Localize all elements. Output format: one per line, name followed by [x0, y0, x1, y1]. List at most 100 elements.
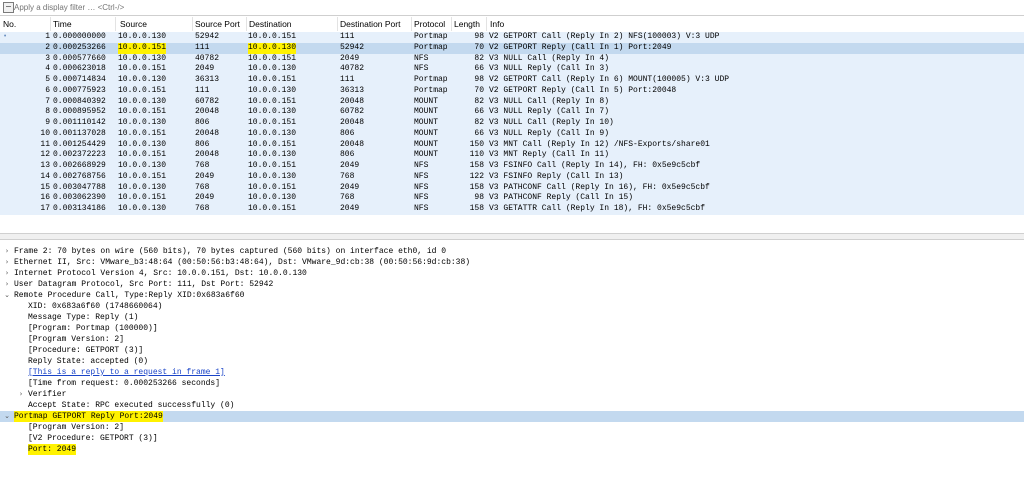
- cell-dst: 10.0.0.130: [248, 150, 297, 160]
- detail-line[interactable]: ⌄ Remote Procedure Call, Type:Reply XID:0…: [0, 290, 1024, 301]
- packet-row[interactable]: 2 0.000253266 10.0.0.151 111 10.0.0.130 52942…: [0, 42, 1024, 54]
- cell-proto: NFS: [414, 53, 429, 63]
- packet-list[interactable]: No. Time Source Source Port Destination …: [0, 16, 1024, 231]
- column-header-protocol[interactable]: Protocol: [414, 19, 445, 29]
- packet-row[interactable]: 12 0.002372223 10.0.0.151 20048 10.0.0.130 80…: [0, 150, 1024, 161]
- detail-line[interactable]: [Program: Portmap (100000)]: [0, 323, 1024, 334]
- cell-src: 10.0.0.151: [118, 85, 167, 95]
- detail-line[interactable]: [Program Version: 2]: [0, 422, 1024, 433]
- detail-line[interactable]: › User Datagram Protocol, Src Port: 111, …: [0, 279, 1024, 290]
- cell-sport: 111: [195, 42, 210, 52]
- collapse-chevron-icon[interactable]: ›: [3, 246, 11, 257]
- cell-dport: 111: [340, 75, 355, 84]
- packet-list-header: No. Time Source Source Port Destination …: [0, 16, 1024, 33]
- detail-line[interactable]: Accept State: RPC executed successfully …: [0, 400, 1024, 411]
- cell-src: 10.0.0.130: [118, 139, 167, 149]
- cell-sport: 40782: [195, 53, 220, 63]
- cell-info: V3 NULL Reply (Call In 9): [489, 128, 610, 138]
- display-filter-bar: [0, 0, 1024, 16]
- cell-sport: 36313: [195, 75, 220, 84]
- cell-len: 158: [469, 161, 484, 170]
- detail-text: Remote Procedure Call, Type:Reply XID:0x…: [14, 291, 245, 300]
- detail-text: Message Type: Reply (1): [28, 313, 139, 322]
- column-header-time[interactable]: Time: [53, 19, 72, 29]
- detail-line[interactable]: › Ethernet II, Src: VMware_b3:48:64 (00:5…: [0, 257, 1024, 268]
- cell-src: 10.0.0.130: [118, 75, 167, 84]
- cell-proto: NFS: [414, 161, 429, 170]
- cell-dport: 768: [340, 171, 355, 181]
- cell-info: V3 FSINFO Reply (Call In 13): [489, 171, 624, 181]
- cell-time: 0.000000000: [53, 32, 106, 41]
- detail-line[interactable]: [V2 Procedure: GETPORT (3)]: [0, 433, 1024, 444]
- detail-text: [V2 Procedure: GETPORT (3)]: [28, 434, 158, 443]
- cell-dst: 10.0.0.151: [248, 53, 297, 63]
- packet-row[interactable]: 13 0.002668929 10.0.0.130 768 10.0.0.151 2049…: [0, 161, 1024, 172]
- collapse-chevron-icon[interactable]: ›: [3, 268, 11, 279]
- detail-line[interactable]: Message Type: Reply (1): [0, 312, 1024, 323]
- cell-len: 66: [474, 128, 484, 138]
- cell-dport: 20048: [340, 96, 365, 106]
- cell-sport: 768: [195, 204, 210, 213]
- packet-row[interactable]: 3 0.000577660 10.0.0.130 40782 10.0.0.151 204…: [0, 53, 1024, 65]
- bookmark-filter-icon[interactable]: [3, 2, 14, 13]
- packet-row[interactable]: 16 0.003062390 10.0.0.151 2049 10.0.0.130 768…: [0, 193, 1024, 204]
- detail-text[interactable]: [This is a reply to a request in frame 1…: [28, 367, 225, 378]
- detail-line[interactable]: [Time from request: 0.000253266 seconds]: [0, 378, 1024, 389]
- cell-info: V3 PATHCONF Reply (Call In 15): [489, 193, 634, 203]
- packet-row[interactable]: 9 0.001110142 10.0.0.130 806 10.0.0.151 20048…: [0, 118, 1024, 129]
- packet-row[interactable]: 7 0.000840392 10.0.0.130 60782 10.0.0.151 200…: [0, 96, 1024, 108]
- detail-line[interactable]: ⌄ Portmap GETPORT Reply Port:2049: [0, 411, 1024, 422]
- detail-line[interactable]: › Frame 2: 70 bytes on wire (560 bits), 7…: [0, 246, 1024, 257]
- column-header-source-port[interactable]: Source Port: [195, 19, 240, 29]
- cell-sport: 806: [195, 118, 210, 127]
- cell-time: 0.001137028: [53, 128, 106, 138]
- column-header-no[interactable]: No.: [3, 19, 16, 29]
- cell-src: 10.0.0.130: [118, 32, 167, 41]
- collapse-chevron-icon[interactable]: ›: [3, 257, 11, 268]
- display-filter-input[interactable]: [14, 0, 1014, 14]
- cell-no: 11: [40, 139, 50, 149]
- packet-row[interactable]: 10 0.001137028 10.0.0.151 20048 10.0.0.130 80…: [0, 128, 1024, 140]
- column-header-destination[interactable]: Destination: [249, 19, 292, 29]
- packet-row[interactable]: 8 0.000895952 10.0.0.151 20048 10.0.0.130 607…: [0, 107, 1024, 118]
- pane-splitter[interactable]: [0, 233, 1024, 240]
- column-header-length[interactable]: Length: [454, 19, 480, 29]
- column-header-source[interactable]: Source: [120, 19, 147, 29]
- cell-time: 0.003047788: [53, 182, 106, 192]
- detail-line[interactable]: [This is a reply to a request in frame 1…: [0, 367, 1024, 378]
- cell-proto: Portmap: [414, 85, 448, 95]
- packet-row[interactable]: • 1 0.000000000 10.0.0.130 52942 10.0.0.151 11…: [0, 32, 1024, 43]
- detail-line[interactable]: XID: 0x683a6f60 (1748660064): [0, 301, 1024, 312]
- packet-row[interactable]: 11 0.001254429 10.0.0.130 806 10.0.0.151 2004…: [0, 139, 1024, 151]
- packet-row[interactable]: 14 0.002768756 10.0.0.151 2049 10.0.0.130 768…: [0, 171, 1024, 183]
- detail-line[interactable]: Reply State: accepted (0): [0, 356, 1024, 367]
- cell-no: 10: [40, 128, 50, 138]
- packet-details-pane[interactable]: › Frame 2: 70 bytes on wire (560 bits), 7…: [0, 246, 1024, 497]
- detail-line[interactable]: [Program Version: 2]: [0, 334, 1024, 345]
- cell-proto: MOUNT: [414, 118, 439, 127]
- cell-time: 0.000623018: [53, 64, 106, 74]
- collapse-chevron-icon[interactable]: ›: [17, 389, 25, 400]
- detail-line[interactable]: › Verifier: [0, 389, 1024, 400]
- detail-text: Port: 2049: [28, 444, 77, 455]
- cell-src: 10.0.0.130: [118, 53, 167, 63]
- detail-text: Verifier: [28, 390, 67, 399]
- expand-chevron-icon[interactable]: ⌄: [3, 411, 11, 422]
- cell-proto: Portmap: [414, 75, 448, 84]
- detail-line[interactable]: › Internet Protocol Version 4, Src: 10.0.…: [0, 268, 1024, 279]
- packet-row[interactable]: 6 0.000775923 10.0.0.151 111 10.0.0.130 36313…: [0, 85, 1024, 97]
- packet-row[interactable]: 5 0.000714834 10.0.0.130 36313 10.0.0.151 111…: [0, 75, 1024, 86]
- collapse-chevron-icon[interactable]: ›: [3, 279, 11, 290]
- packet-row[interactable]: 4 0.000623018 10.0.0.151 2049 10.0.0.130 4078…: [0, 64, 1024, 75]
- packet-row[interactable]: 15 0.003047788 10.0.0.130 768 10.0.0.151 2049…: [0, 182, 1024, 194]
- detail-line[interactable]: Port: 2049: [0, 444, 1024, 455]
- cell-len: 98: [474, 32, 484, 41]
- cell-len: 150: [469, 139, 484, 149]
- column-header-destination-port[interactable]: Destination Port: [340, 19, 400, 29]
- packet-row[interactable]: 17 0.003134186 10.0.0.130 768 10.0.0.151 2049…: [0, 204, 1024, 215]
- detail-line[interactable]: [Procedure: GETPORT (3)]: [0, 345, 1024, 356]
- cell-info: V2 GETPORT Call (Reply In 6) MOUNT(10000…: [489, 75, 730, 84]
- column-header-info[interactable]: Info: [490, 19, 504, 29]
- cell-dport: 2049: [340, 204, 360, 213]
- expand-chevron-icon[interactable]: ⌄: [3, 290, 11, 301]
